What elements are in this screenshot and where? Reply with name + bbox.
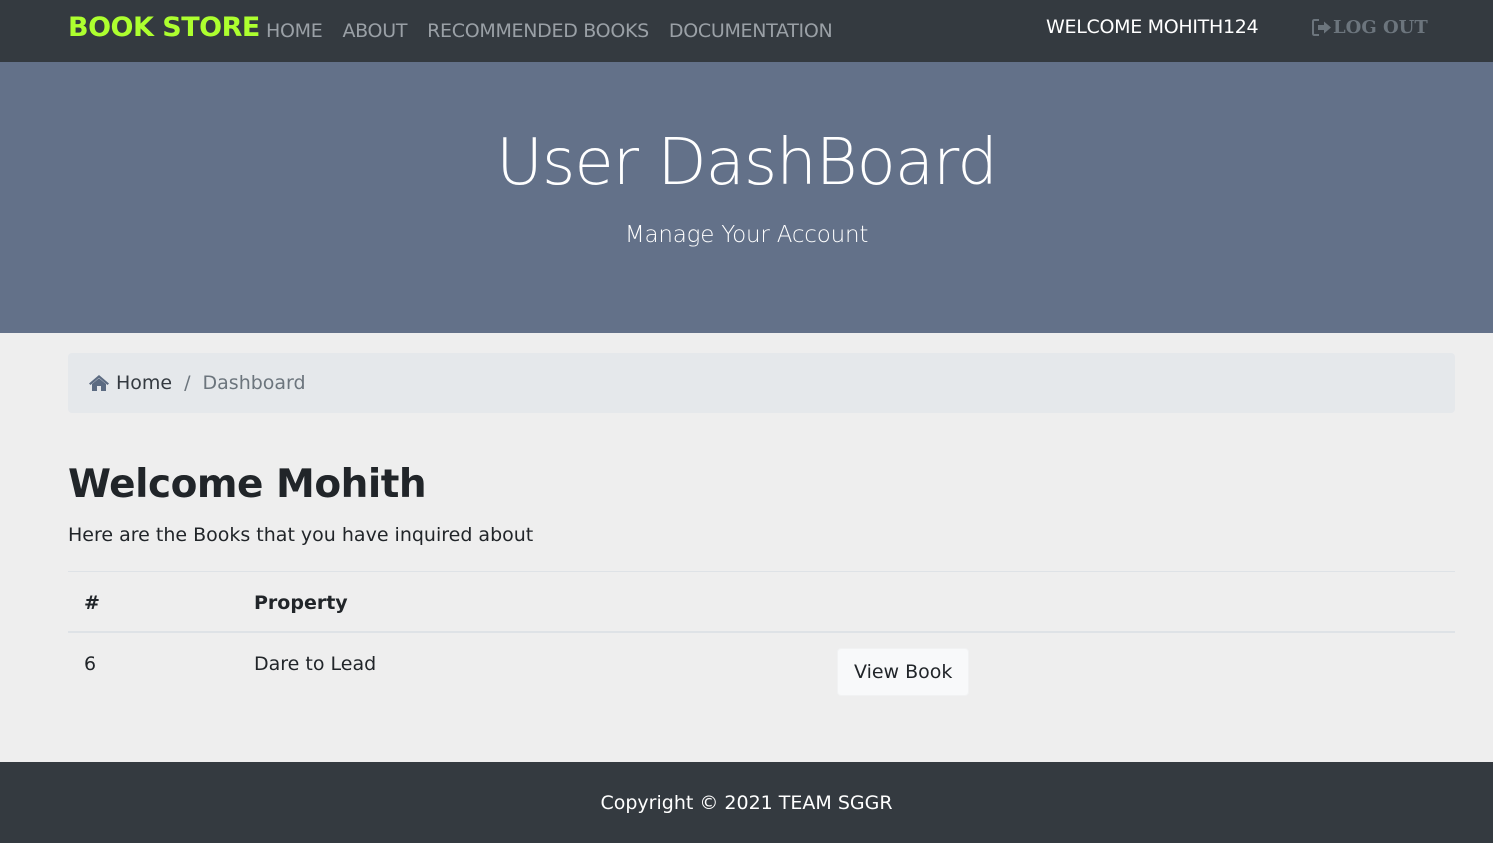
table-row: 6 Dare to Lead View Book [68, 633, 1455, 703]
inquiries-table: # Property 6 Dare to Lead View Book [68, 571, 1455, 703]
page-subtitle: Manage Your Account [624, 222, 869, 248]
copyright-text: Copyright © 2021 TEAM SGGR [600, 791, 893, 814]
logout-button[interactable]: LOG OUT [1312, 17, 1428, 38]
nav-link-recommended-books[interactable]: RECOMMENDED BOOKS [427, 20, 649, 42]
sign-out-icon [1312, 19, 1331, 36]
view-book-button[interactable]: View Book [837, 648, 970, 696]
welcome-heading: Welcome Mohith [68, 462, 427, 507]
breadcrumb-current: Dashboard [202, 372, 306, 394]
breadcrumb: Home / Dashboard [68, 353, 1455, 413]
navbar: BOOK STORE HOME ABOUT RECOMMENDED BOOKS … [0, 0, 1493, 62]
column-header-property: Property [254, 592, 348, 614]
table-header: # Property [68, 571, 1455, 633]
row-property: Dare to Lead [254, 653, 377, 675]
nav-links: HOME ABOUT RECOMMENDED BOOKS DOCUMENTATI… [266, 0, 852, 62]
column-header-number: # [84, 592, 100, 614]
row-number: 6 [84, 653, 97, 675]
page-header: User DashBoard Manage Your Account [0, 62, 1493, 333]
nav-link-home[interactable]: HOME [266, 20, 323, 42]
nav-link-about[interactable]: ABOUT [342, 20, 407, 42]
footer: Copyright © 2021 TEAM SGGR [0, 762, 1493, 843]
logout-label: LOG OUT [1333, 17, 1428, 38]
breadcrumb-separator: / [184, 372, 191, 394]
brand-logo[interactable]: BOOK STORE [68, 12, 260, 43]
breadcrumb-home-label: Home [116, 372, 173, 394]
intro-text: Here are the Books that you have inquire… [68, 524, 534, 546]
page-title: User DashBoard [496, 126, 998, 200]
home-icon [89, 375, 109, 391]
breadcrumb-home[interactable]: Home [88, 372, 172, 394]
nav-link-documentation[interactable]: DOCUMENTATION [669, 20, 833, 42]
welcome-user-text: WELCOME MOHITH124 [1046, 16, 1259, 38]
